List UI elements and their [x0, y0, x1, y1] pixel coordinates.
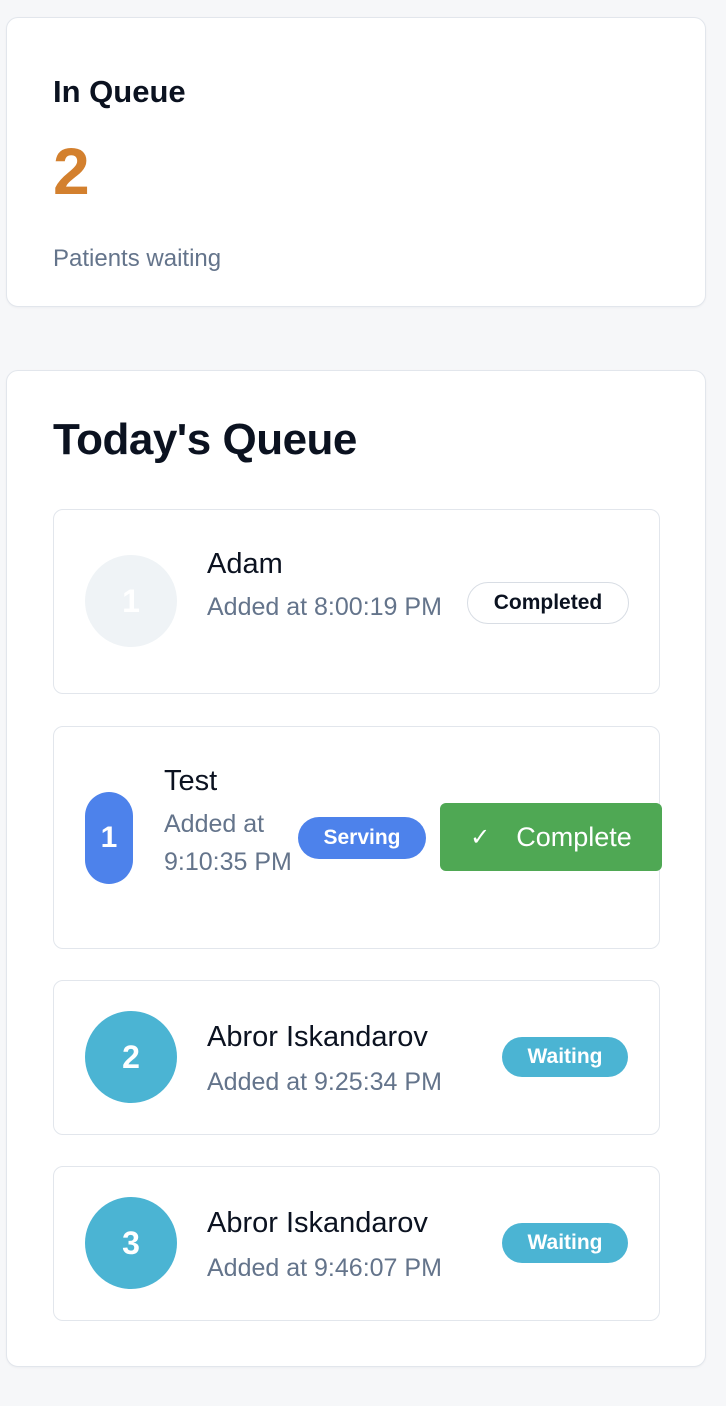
status-badge: Waiting [502, 1223, 628, 1263]
stat-value: 2 [53, 134, 90, 208]
queue-entry[interactable]: 2 Abror Iskandarov Added at 9:25:34 PM W… [53, 980, 660, 1135]
added-time: Added at 9:10:35 PM [164, 810, 292, 876]
patient-name: Test [164, 765, 218, 797]
stat-subtitle: Patients waiting [53, 245, 222, 272]
queue-title: Today's Queue [53, 415, 357, 464]
added-time: Added at 9:25:34 PM [207, 1068, 442, 1096]
complete-button-label: Complete [516, 821, 632, 852]
todays-queue-card: Today's Queue 1 Adam Added at 8:00:19 PM… [6, 370, 706, 1367]
added-time: Added at 8:00:19 PM [207, 593, 442, 621]
queue-entry[interactable]: 1 Test Added at 9:10:35 PM Serving ✓ Com… [53, 726, 662, 949]
stat-label: In Queue [53, 74, 186, 109]
patient-name: Abror Iskandarov [207, 1021, 428, 1053]
in-queue-stat-card: In Queue 2 Patients waiting [6, 17, 706, 307]
patient-name: Adam [207, 548, 283, 580]
added-time: Added at 9:46:07 PM [207, 1254, 442, 1282]
queue-number-avatar: 1 [85, 555, 177, 647]
status-badge: Serving [298, 817, 426, 859]
status-badge: Completed [467, 582, 629, 624]
status-badge: Waiting [502, 1037, 628, 1077]
patient-name: Abror Iskandarov [207, 1207, 428, 1239]
queue-number-avatar: 1 [85, 792, 133, 884]
check-icon: ✓ [470, 823, 491, 851]
queue-entry[interactable]: 1 Adam Added at 8:00:19 PM Completed [53, 509, 660, 694]
queue-entry[interactable]: 3 Abror Iskandarov Added at 9:46:07 PM W… [53, 1166, 660, 1321]
queue-number-avatar: 3 [85, 1197, 177, 1289]
complete-button[interactable]: ✓ Complete [440, 803, 662, 871]
queue-number-avatar: 2 [85, 1011, 177, 1103]
